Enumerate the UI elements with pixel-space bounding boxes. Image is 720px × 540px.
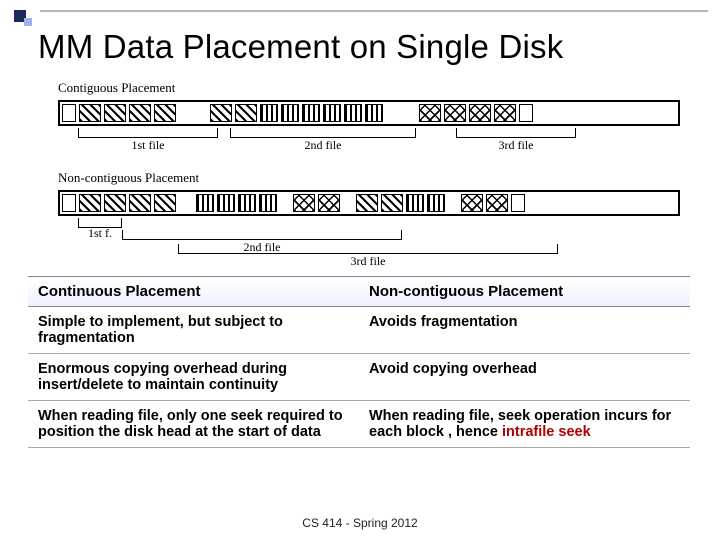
bracket-label: 2nd file [305, 138, 342, 153]
col-header-left: Continuous Placement [28, 277, 359, 307]
cell: Avoids fragmentation [359, 307, 690, 354]
cell: Avoid copying overhead [359, 354, 690, 401]
top-rule [40, 10, 708, 12]
highlight-intrafile-seek: intrafile seek [502, 424, 591, 440]
bracket-label: 3rd file [499, 138, 534, 153]
slide-footer: CS 414 - Spring 2012 [0, 516, 720, 530]
brackets-contig: 1st file 2nd file 3rd file [58, 128, 680, 154]
table-row: When reading file, only one seek require… [28, 401, 690, 448]
slide: MM Data Placement on Single Disk Contigu… [0, 0, 720, 540]
bracket-label: 3rd file [351, 254, 386, 269]
bracket-label: 1st f. [88, 226, 112, 241]
track-noncontiguous [58, 190, 680, 216]
placement-diagram: Contiguous Placement 1st file 2nd file 3… [58, 80, 680, 262]
bracket-label: 1st file [132, 138, 165, 153]
col-header-right: Non-contiguous Placement [359, 277, 690, 307]
comparison-table: Continuous Placement Non-contiguous Plac… [28, 276, 690, 448]
diagram-label-contig: Contiguous Placement [58, 80, 680, 96]
diagram-label-noncontig: Non-contiguous Placement [58, 170, 680, 186]
cell: Enormous copying overhead during insert/… [28, 354, 359, 401]
corner-ornament [14, 10, 34, 30]
table-row: Enormous copying overhead during insert/… [28, 354, 690, 401]
table-row: Simple to implement, but subject to frag… [28, 307, 690, 354]
brackets-noncontig: 1st f. 2nd file 3rd file [58, 218, 680, 262]
cell: When reading file, seek operation incurs… [359, 401, 690, 448]
table-header-row: Continuous Placement Non-contiguous Plac… [28, 277, 690, 307]
track-contiguous [58, 100, 680, 126]
cell: Simple to implement, but subject to frag… [28, 307, 359, 354]
cell: When reading file, only one seek require… [28, 401, 359, 448]
page-title: MM Data Placement on Single Disk [38, 28, 690, 66]
